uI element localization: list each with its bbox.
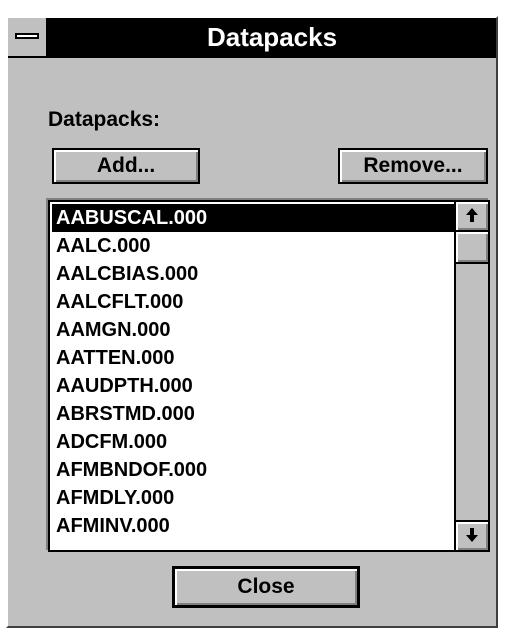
datapacks-listbox[interactable]: AABUSCAL.000 AALC.000 AALCBIAS.000 AALCFLT.… [48,200,490,552]
list-item[interactable]: AALC.000 [52,232,456,260]
system-menu-button[interactable] [8,18,48,56]
list-item[interactable]: AALCBIAS.000 [52,260,456,288]
scroll-thumb[interactable] [456,232,488,264]
title-bar: Datapacks [8,18,496,58]
window-title: Datapacks [206,21,338,52]
scroll-up-button[interactable] [456,202,488,232]
list-item[interactable]: AABUSCAL.000 [52,204,456,232]
list-item[interactable]: AALCFLT.000 [52,288,456,316]
list-item[interactable]: ABRSTMD.000 [52,400,456,428]
close-button[interactable]: Close [172,566,360,608]
list-item[interactable]: AAMGN.000 [52,316,456,344]
arrow-down-icon [466,528,478,542]
list-item[interactable]: AATTEN.000 [52,344,456,372]
datapacks-list: AABUSCAL.000 AALC.000 AALCBIAS.000 AALCFLT.… [52,204,456,548]
list-item[interactable]: AFMDLY.000 [52,484,456,512]
list-item[interactable]: AAUDPTH.000 [52,372,456,400]
system-menu-icon [15,33,39,39]
list-item[interactable]: AFMINV.000 [52,512,456,540]
datapacks-label: Datapacks: [48,108,161,131]
remove-button[interactable]: Remove... [338,148,488,184]
add-button[interactable]: Add... [52,148,200,184]
scroll-down-button[interactable] [456,520,488,550]
vertical-scrollbar[interactable] [454,202,488,550]
list-item[interactable]: AFMBNDOF.000 [52,456,456,484]
list-item[interactable]: ADCFM.000 [52,428,456,456]
arrow-up-icon [466,208,478,222]
datapacks-dialog: Datapacks Datapacks: Add... Remove... AA… [6,16,498,628]
